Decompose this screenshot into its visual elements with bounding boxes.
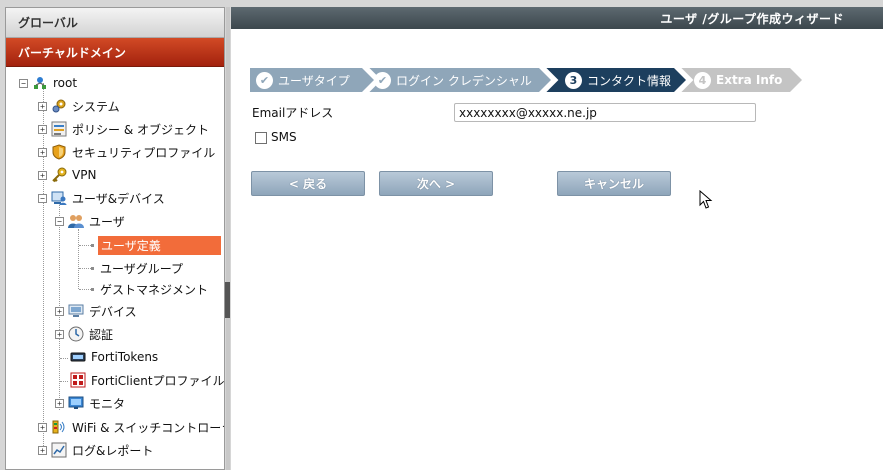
step-user-type[interactable]: ✔ ユーザタイプ — [250, 68, 374, 92]
gear-icon — [51, 98, 67, 114]
wifi-icon — [51, 419, 67, 435]
step-number-badge: 3 — [565, 71, 582, 89]
splitter-handle[interactable] — [225, 282, 230, 318]
tree-system[interactable]: + システム — [38, 95, 120, 117]
step-label: ログイン クレデンシャル — [396, 73, 532, 88]
users-icon — [68, 213, 84, 229]
expand-toggle[interactable]: + — [55, 329, 64, 339]
sidebar: グローバル バーチャルドメイン − root + システム + ポリシー & オ… — [5, 7, 225, 470]
tree-guest-management[interactable]: ゲストマネジメント — [91, 278, 208, 300]
tree-user-group[interactable]: ユーザグループ — [91, 257, 183, 279]
collapse-toggle[interactable]: − — [38, 193, 47, 203]
device-icon — [68, 303, 84, 319]
expand-toggle[interactable]: + — [38, 147, 47, 157]
app-window: グローバル バーチャルドメイン − root + システム + ポリシー & オ… — [0, 0, 883, 470]
step-contact-info[interactable]: 3 コンタクト情報 — [545, 68, 686, 92]
tree-vpn-label: VPN — [72, 168, 97, 182]
tree-wifi-switch[interactable]: + WiFi & スイッチコントローラー — [38, 416, 224, 438]
tree-fortitokens[interactable]: FortiTokens — [70, 346, 158, 368]
panel-splitter[interactable] — [226, 7, 230, 470]
tree-authentication-label: 認証 — [89, 327, 114, 342]
wizard-panel: ユーザ /グループ作成ウィザード ✔ ユーザタイプ ✔ ログイン クレデンシャル 3… — [231, 7, 883, 470]
collapse-toggle[interactable]: − — [19, 78, 28, 88]
policy-icon — [51, 121, 67, 137]
tree-monitor[interactable]: + モニタ — [55, 392, 125, 414]
step-label: ユーザタイプ — [278, 73, 350, 88]
tree-bullet — [91, 244, 94, 247]
tree-user-definition-label: ユーザ定義 — [101, 239, 161, 253]
tree-wifi-switch-label: WiFi & スイッチコントローラー — [72, 420, 224, 435]
token-icon — [70, 349, 86, 365]
tree-user-definition[interactable]: ユーザ定義 — [98, 236, 221, 255]
tree-system-label: システム — [72, 99, 120, 114]
tree-device-label: デバイス — [89, 304, 137, 319]
monitor-icon — [68, 395, 84, 411]
expand-toggle[interactable]: + — [55, 306, 64, 316]
clock-icon — [68, 326, 84, 342]
tree-authentication[interactable]: + 認証 — [55, 323, 113, 345]
tree-guest-management-label: ゲストマネジメント — [100, 282, 209, 297]
collapse-toggle[interactable]: − — [55, 216, 64, 226]
tree-log-report[interactable]: + ログ&レポート — [38, 439, 153, 461]
expand-toggle[interactable]: + — [38, 101, 47, 111]
expand-toggle[interactable]: + — [38, 445, 47, 455]
forticlient-icon — [70, 372, 86, 388]
tree-forticlient-profile-label: FortiClientプロファイル — [91, 373, 225, 388]
check-icon: ✔ — [374, 71, 391, 89]
step-label: コンタクト情報 — [587, 73, 672, 88]
tree-root[interactable]: − root — [19, 72, 77, 94]
tree-bullet — [91, 266, 94, 270]
check-icon: ✔ — [256, 71, 273, 89]
expand-toggle[interactable]: + — [38, 422, 47, 432]
key-icon — [51, 167, 67, 183]
tree-fortitokens-label: FortiTokens — [91, 350, 159, 364]
tree-device[interactable]: + デバイス — [55, 300, 137, 322]
back-button[interactable]: < 戻る — [251, 171, 365, 196]
email-field[interactable] — [454, 103, 756, 122]
global-header[interactable]: グローバル — [6, 8, 224, 38]
mouse-pointer-icon — [699, 190, 713, 209]
sms-checkbox[interactable] — [255, 132, 267, 144]
expand-toggle[interactable]: + — [38, 170, 47, 180]
email-label: Emailアドレス — [252, 106, 334, 120]
tree-policy[interactable]: + ポリシー & オブジェクト — [38, 118, 209, 140]
shield-icon — [51, 144, 67, 160]
network-root-icon — [32, 75, 48, 91]
wizard-steps: ✔ ユーザタイプ ✔ ログイン クレデンシャル 3 コンタクト情報 4 Extra In… — [250, 68, 810, 92]
cancel-button[interactable]: キャンセル — [557, 171, 671, 196]
sms-label: SMS — [271, 130, 297, 144]
tree-user-group-label: ユーザグループ — [100, 261, 184, 276]
step-label: Extra Info — [716, 73, 783, 87]
expand-toggle[interactable]: + — [38, 124, 47, 134]
vdom-header[interactable]: バーチャルドメイン — [6, 38, 224, 67]
step-number-badge: 4 — [694, 71, 711, 89]
step-login-credentials[interactable]: ✔ ログイン クレデンシャル — [368, 68, 551, 92]
tree-root-label: root — [53, 76, 78, 90]
tree-bullet — [91, 287, 94, 291]
next-button[interactable]: 次へ > — [379, 171, 493, 196]
wizard-title: ユーザ /グループ作成ウィザード — [231, 7, 883, 29]
tree-security-profile-label: セキュリティプロファイル — [72, 145, 216, 160]
tree-user-label: ユーザ — [89, 214, 125, 229]
report-chart-icon — [51, 442, 67, 458]
tree-vpn[interactable]: + VPN — [38, 164, 96, 186]
user-device-icon — [51, 190, 67, 206]
tree-user[interactable]: − ユーザ — [55, 210, 125, 232]
tree-user-device-label: ユーザ&デバイス — [72, 191, 165, 206]
tree-forticlient-profile[interactable]: FortiClientプロファイル — [70, 369, 225, 391]
tree-security-profile[interactable]: + セキュリティプロファイル — [38, 141, 215, 163]
step-extra-info[interactable]: 4 Extra Info — [680, 68, 802, 92]
tree-user-device[interactable]: − ユーザ&デバイス — [38, 187, 165, 209]
tree-policy-label: ポリシー & オブジェクト — [72, 122, 209, 137]
tree-monitor-label: モニタ — [89, 396, 126, 411]
tree-log-report-label: ログ&レポート — [72, 443, 154, 458]
expand-toggle[interactable]: + — [55, 398, 64, 408]
